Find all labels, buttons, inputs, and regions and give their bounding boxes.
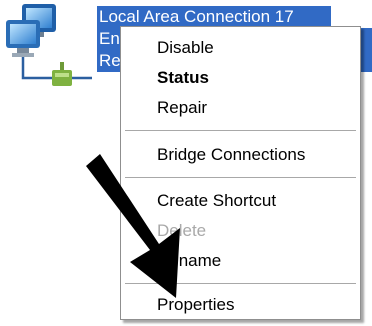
context-menu: Disable Status Repair Bridge Connections…: [120, 26, 361, 320]
menu-item-bridge-connections[interactable]: Bridge Connections: [121, 141, 360, 169]
menu-item-status[interactable]: Status: [121, 64, 360, 92]
menu-separator: [125, 130, 356, 131]
menu-item-disable[interactable]: Disable: [121, 34, 360, 62]
menu-item-create-shortcut[interactable]: Create Shortcut: [121, 187, 360, 215]
network-connection-icon[interactable]: [0, 0, 100, 96]
menu-item-delete: Delete: [157, 221, 207, 240]
connection-name: Local Area Connection 17: [97, 6, 331, 28]
menu-separator: [125, 283, 356, 284]
menu-item-properties[interactable]: Properties: [121, 291, 360, 319]
menu-item-repair[interactable]: Repair: [121, 94, 360, 122]
menu-separator: [125, 177, 356, 178]
menu-item-rename[interactable]: Rename: [121, 247, 360, 275]
